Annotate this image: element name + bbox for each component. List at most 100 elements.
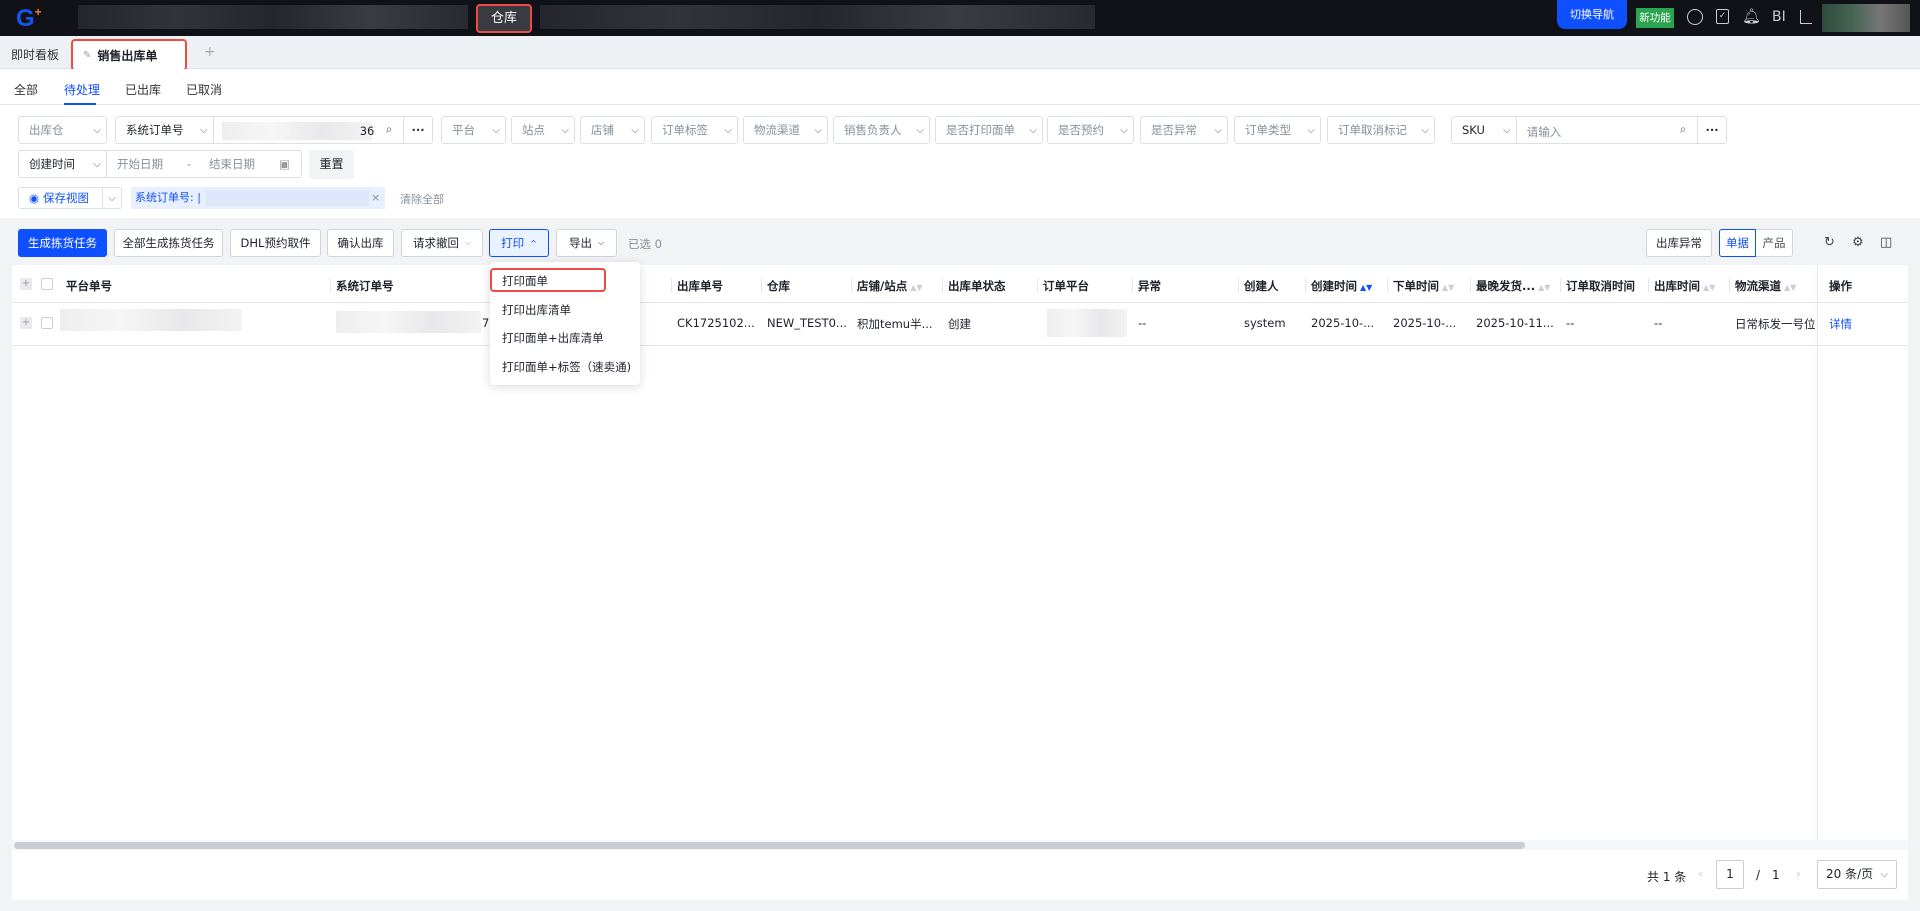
tab-shipped[interactable]: 已出库 [125,81,161,98]
more-options-button[interactable]: ··· [404,123,432,137]
tab-cancelled[interactable]: 已取消 [186,81,222,98]
view-products-toggle[interactable]: 产品 [1756,229,1793,257]
settings-icon[interactable]: ⚙ [1852,235,1864,250]
cell-status: 创建 [948,317,971,331]
close-icon[interactable]: × [371,187,380,209]
column-header[interactable]: 创建人 [1244,278,1279,294]
column-header[interactable]: 异常 [1138,278,1161,294]
next-page-button[interactable]: › [1796,867,1801,881]
columns-icon[interactable]: ◫ [1880,235,1892,250]
add-tab-button[interactable]: + [204,44,216,60]
details-link[interactable]: 详情 [1829,316,1852,332]
filter-select[interactable]: 物流渠道 ⌵ [743,116,828,144]
scrollbar-thumb[interactable] [14,842,1525,849]
select-all-checkbox[interactable] [41,278,53,290]
sku-field-select[interactable]: SKU ⌵ [1452,117,1517,143]
sort-icon[interactable]: ▲▼ [1360,283,1372,292]
info-icon[interactable] [1687,9,1703,25]
page-size-select[interactable]: 20 条/页 ⌵ [1817,860,1897,889]
sort-icon[interactable]: ▲▼ [1538,283,1550,292]
column-header[interactable]: 系统订单号 [336,278,394,294]
pin-icon[interactable]: ✎ [83,50,91,61]
sku-search-input[interactable]: 请输入 ⌕ [1517,117,1699,143]
search-icon[interactable]: ⌕ [386,122,392,137]
column-header[interactable]: 最晚发货... ▲▼ [1476,278,1550,294]
menu-item-print-label[interactable]: 打印面单 [502,273,548,289]
bi-button[interactable]: BI [1772,9,1786,25]
new-feature-badge[interactable]: 新功能 [1636,8,1674,28]
tab-dashboard[interactable]: 即时看板 [11,46,59,63]
menu-item-print-label-and-list[interactable]: 打印面单+出库清单 [502,330,604,346]
start-date-input[interactable]: 开始日期 [117,156,187,172]
filter-select[interactable]: 是否打印面单 ⌵ [935,116,1043,144]
column-header[interactable]: 创建时间 ▲▼ [1311,278,1372,294]
withdraw-button[interactable]: 请求撤回 ⌵ [401,229,483,257]
generate-all-picking-button[interactable]: 全部生成拣货任务 [114,229,223,257]
menu-item-print-outbound-list[interactable]: 打印出库清单 [502,302,571,318]
filter-select[interactable]: 订单取消标记 ⌵ [1327,116,1435,144]
calendar-icon[interactable]: ✓ [1716,9,1729,24]
row-checkbox[interactable] [41,317,53,329]
user-avatar[interactable] [1822,4,1910,32]
expand-all-icon[interactable]: + [20,278,32,290]
menu-item-print-label-and-tag[interactable]: 打印面单+标签（速卖通) [502,359,631,375]
filter-select[interactable]: 是否异常 ⌵ [1140,116,1228,144]
filter-select[interactable]: 平台 ⌵ [441,116,506,144]
logo[interactable]: G+ [16,5,42,33]
tab-all[interactable]: 全部 [14,81,38,98]
total-count: 共 1 条 [1647,870,1687,884]
nav-item-warehouse[interactable]: 仓库 [476,4,532,33]
generate-picking-task-button[interactable]: 生成拣货任务 [18,229,107,257]
more-options-button[interactable]: ··· [1698,123,1726,137]
sort-icon[interactable]: ▲▼ [910,283,922,292]
view-documents-toggle[interactable]: 单据 [1719,229,1756,257]
order-platform-blurred [1047,309,1127,337]
column-header[interactable]: 出库单号 [677,278,723,294]
filter-select[interactable]: 站点 ⌵ [511,116,575,144]
save-view-button[interactable]: ◉ 保存视图 ⌵ [18,187,122,209]
filter-select[interactable]: 订单标签 ⌵ [651,116,738,144]
column-header[interactable]: 店铺/站点 ▲▼ [857,278,923,294]
warehouse-select[interactable]: 出库仓 ⌵ [18,116,107,144]
sort-icon[interactable]: ▲▼ [1442,283,1454,292]
export-button[interactable]: 导出 ⌵ [556,229,617,257]
sort-icon[interactable]: ▲▼ [1703,283,1715,292]
bell-icon[interactable]: 🔔︎ [1742,7,1761,25]
refresh-icon[interactable]: ↻ [1824,235,1835,250]
column-header[interactable]: 下单时间 ▲▼ [1393,278,1454,294]
expand-row-icon[interactable]: + [20,317,32,329]
dhl-pickup-button[interactable]: DHL预约取件 [230,229,321,257]
chevron-down-icon[interactable]: ⌵ [103,193,121,204]
column-header[interactable]: 仓库 [767,278,790,294]
column-header[interactable]: 出库时间 ▲▼ [1654,278,1715,294]
filter-select[interactable]: 销售负责人 ⌵ [833,116,930,144]
search-icon[interactable]: ⌕ [1680,122,1686,137]
order-search-input[interactable]: 36 ⌕ [214,117,405,143]
date-type-select[interactable]: 创建时间 ⌵ [19,151,107,177]
order-field-select[interactable]: 系统订单号 ⌵ [116,117,214,143]
filter-select[interactable]: 订单类型 ⌵ [1234,116,1321,144]
column-header[interactable]: 订单平台 [1043,278,1089,294]
switch-nav-button[interactable]: 切换导航 [1557,0,1627,29]
horizontal-scrollbar[interactable] [12,840,1908,850]
print-button[interactable]: 打印 ^ [489,229,549,257]
filter-select[interactable]: 是否预约 ⌵ [1047,116,1134,144]
sort-icon[interactable]: ▲▼ [1784,283,1796,292]
page-input[interactable]: 1 [1716,860,1744,889]
fullscreen-icon[interactable] [1800,10,1812,24]
filter-select[interactable]: 店铺 ⌵ [580,116,645,144]
sku-search-group: SKU ⌵ 请输入 ⌕ ··· [1451,116,1727,144]
column-header[interactable]: 平台单号 [66,278,112,294]
reset-button[interactable]: 重置 [309,150,354,179]
tab-pending[interactable]: 待处理 [64,81,100,98]
column-header[interactable]: 订单取消时间 [1566,278,1635,294]
prev-page-button[interactable]: ‹ [1698,867,1703,881]
column-header[interactable]: 出库单状态 [948,278,1006,294]
outbound-exception-button[interactable]: 出库异常 [1646,229,1712,257]
tab-sales-outbound[interactable]: ✎ 销售出库单 [71,39,187,71]
column-header[interactable]: 操作 [1829,278,1852,294]
end-date-input[interactable]: 结束日期 [209,156,279,172]
confirm-outbound-button[interactable]: 确认出库 [327,229,394,257]
column-header[interactable]: 物流渠道 ▲▼ [1735,278,1796,294]
clear-all-link[interactable]: 清除全部 [400,191,444,207]
